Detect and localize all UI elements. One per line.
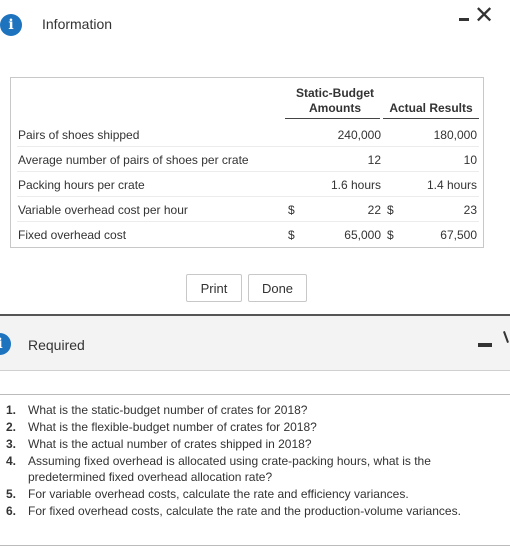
list-item: 1. What is the static-budget number of c… (6, 402, 510, 418)
static-value: 12 (367, 153, 381, 167)
question-number: 6. (6, 504, 17, 518)
header-actual-results: Actual Results (389, 101, 473, 115)
minimize-icon[interactable] (459, 18, 469, 21)
actual-value: 1.4 hours (426, 178, 477, 192)
question-text: For fixed overhead costs, calculate the … (28, 504, 461, 518)
question-text: What is the actual number of crates ship… (28, 437, 312, 451)
question-text: What is the static-budget number of crat… (28, 403, 308, 417)
question-number: 4. (6, 454, 17, 468)
dollar-sign: $ (387, 228, 394, 242)
row-divider (17, 221, 479, 222)
static-value: 22 (367, 203, 381, 217)
static-value: 1.6 hours (330, 178, 381, 192)
list-item: 5. For variable overhead costs, calculat… (6, 486, 510, 502)
header-static-budget-line1: Static-Budget (296, 86, 374, 100)
questions-bottom-border (0, 545, 510, 546)
row-label: Average number of pairs of shoes per cra… (18, 153, 249, 167)
actual-value: 10 (463, 153, 477, 167)
question-number: 5. (6, 487, 17, 501)
required-title: Required (28, 337, 85, 353)
info-icon: i (0, 14, 22, 36)
close-icon[interactable]: ✕ (473, 3, 495, 27)
list-item: 4. Assuming fixed overhead is allocated … (6, 453, 510, 485)
list-item: 6. For fixed overhead costs, calculate t… (6, 503, 510, 519)
list-item: 2. What is the flexible-budget number of… (6, 419, 510, 435)
done-button[interactable]: Done (248, 274, 307, 302)
header-static-budget-line2: Amounts (309, 101, 361, 115)
question-text: Assuming fixed overhead is allocated usi… (28, 454, 431, 484)
required-header-divider (0, 370, 510, 371)
static-value: 240,000 (337, 128, 381, 142)
dollar-sign: $ (288, 203, 295, 217)
actual-value: 23 (463, 203, 477, 217)
actual-value: 180,000 (433, 128, 477, 142)
question-number: 1. (6, 403, 17, 417)
header-underline-actual (383, 118, 479, 119)
questions-top-border (0, 394, 510, 395)
data-table-panel: Static-Budget Amounts Actual Results Pai… (10, 77, 484, 248)
dollar-sign: $ (387, 203, 394, 217)
row-label: Variable overhead cost per hour (18, 203, 188, 217)
row-label: Packing hours per crate (18, 178, 145, 192)
question-number: 2. (6, 420, 17, 434)
minimize-icon[interactable] (478, 343, 492, 347)
header-underline-static (285, 118, 380, 119)
print-button[interactable]: Print (186, 274, 242, 302)
row-divider (17, 171, 479, 172)
row-divider (17, 146, 479, 147)
question-number: 3. (6, 437, 17, 451)
row-label: Pairs of shoes shipped (18, 128, 140, 142)
static-value: 65,000 (344, 228, 381, 242)
question-text: For variable overhead costs, calculate t… (28, 487, 409, 501)
row-divider (17, 196, 479, 197)
list-item: 3. What is the actual number of crates s… (6, 436, 510, 452)
dollar-sign: $ (288, 228, 295, 242)
row-label: Fixed overhead cost (18, 228, 127, 242)
questions-list: 1. What is the static-budget number of c… (6, 402, 510, 520)
dialog-title: Information (42, 16, 113, 32)
actual-value: 67,500 (440, 228, 477, 242)
question-text: What is the flexible-budget number of cr… (28, 420, 317, 434)
